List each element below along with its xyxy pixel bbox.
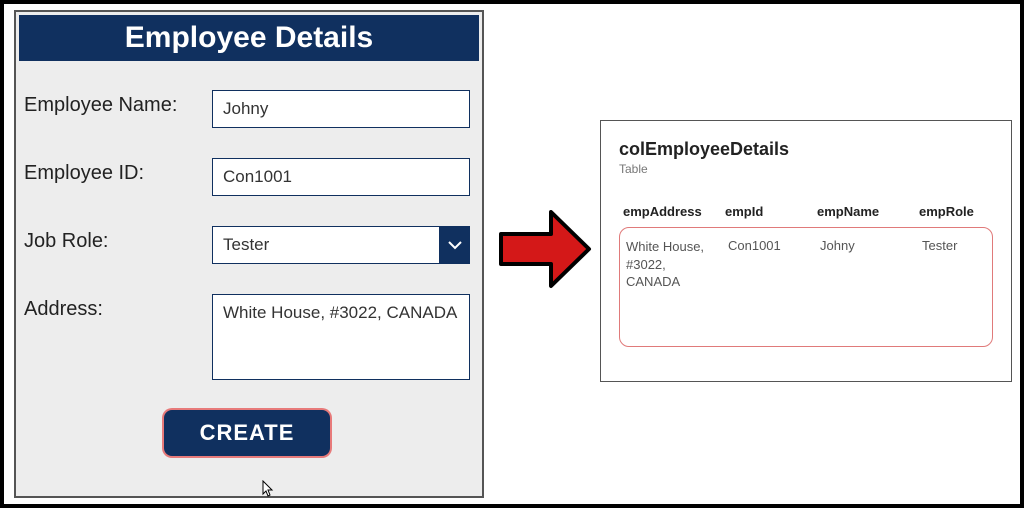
- header-empaddress: empAddress: [623, 204, 725, 219]
- label-employee-name: Employee Name:: [24, 90, 212, 117]
- collection-type: Table: [619, 162, 993, 176]
- collection-name: colEmployeeDetails: [619, 139, 993, 160]
- cell-empaddress: White House, #3022, CANADA: [626, 238, 728, 291]
- address-input[interactable]: [212, 294, 470, 380]
- employee-form-panel: Employee Details Employee Name: Employee…: [14, 10, 484, 498]
- table-row-highlight: White House, #3022, CANADA Con1001 Johny…: [619, 227, 993, 347]
- header-empid: empId: [725, 204, 817, 219]
- header-empname: empName: [817, 204, 919, 219]
- cell-empid: Con1001: [728, 238, 820, 291]
- arrow-right-icon: [497, 206, 593, 297]
- employee-name-input[interactable]: [212, 90, 470, 128]
- table-header-row: empAddress empId empName empRole: [619, 204, 993, 219]
- job-role-selected: Tester: [212, 226, 440, 264]
- cell-empname: Johny: [820, 238, 922, 291]
- label-address: Address:: [24, 294, 212, 321]
- employee-id-input[interactable]: [212, 158, 470, 196]
- collection-table-panel: colEmployeeDetails Table empAddress empI…: [600, 120, 1012, 382]
- chevron-down-icon[interactable]: [440, 226, 470, 264]
- label-job-role: Job Role:: [24, 226, 212, 253]
- create-button[interactable]: CREATE: [164, 410, 331, 456]
- cell-emprole: Tester: [922, 238, 986, 291]
- form-title: Employee Details: [19, 15, 479, 61]
- header-emprole: empRole: [919, 204, 989, 219]
- label-employee-id: Employee ID:: [24, 158, 212, 185]
- table-row[interactable]: White House, #3022, CANADA Con1001 Johny…: [626, 238, 986, 291]
- job-role-dropdown[interactable]: Tester: [212, 226, 470, 264]
